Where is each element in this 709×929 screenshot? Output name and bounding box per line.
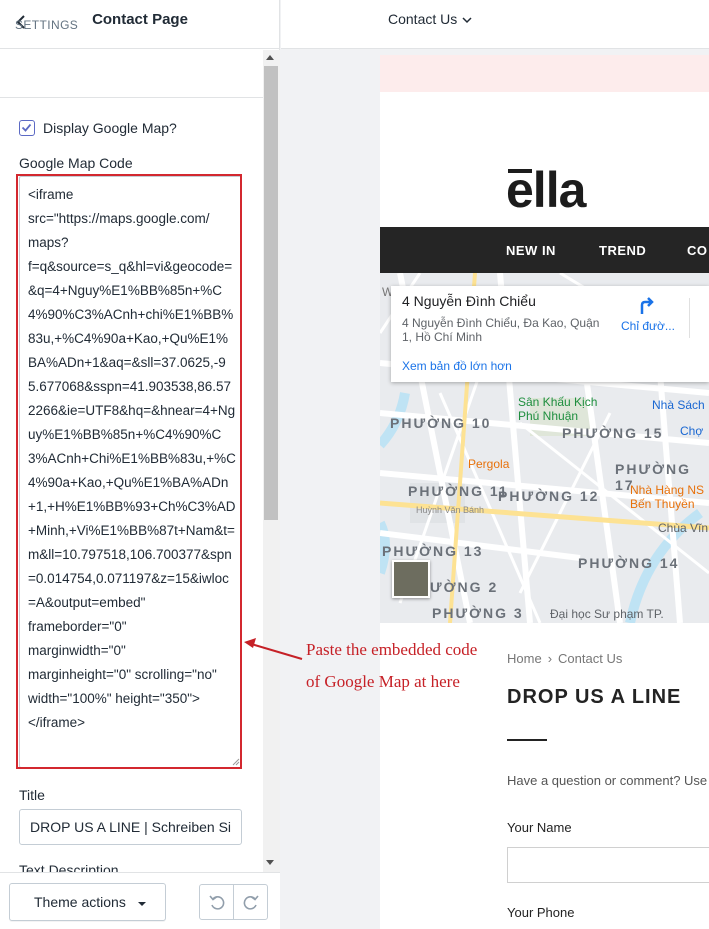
caret-down-icon [138, 902, 146, 906]
display-map-label[interactable]: Display Google Map? [43, 120, 177, 136]
google-map[interactable]: Wi PHƯỜNG 10 PHƯỜNG 15 PHƯỜNG 17 PHƯỜNG … [380, 273, 709, 623]
chevron-down-icon [462, 17, 472, 24]
scrollbar-thumb[interactable] [264, 66, 278, 520]
satellite-toggle[interactable] [392, 560, 430, 598]
scroll-up-arrow[interactable] [266, 55, 274, 60]
page-heading: DROP US A LINE [507, 686, 682, 708]
map-poi-label: Sân Khấu Kịch [518, 395, 598, 409]
directions-icon[interactable] [636, 294, 658, 316]
annotation-text-line2: of Google Map at here [306, 672, 460, 691]
theme-actions-label: Theme actions [34, 894, 126, 910]
resize-handle-icon[interactable] [232, 758, 240, 766]
map-poi-label: Phú Nhuận [518, 409, 579, 423]
map-poi-label: Nhà Hàng NS [630, 483, 705, 497]
map-area-label: PHƯỜNG 13 [382, 543, 484, 559]
map-place-card: 4 Nguyễn Đình Chiểu 4 Nguyễn Đình Chiểu,… [391, 286, 709, 382]
intro-text: Have a question or comment? Use [507, 773, 708, 788]
breadcrumb-separator: › [547, 651, 553, 666]
map-area-label: PHƯỜNG 14 [578, 555, 680, 571]
map-poi-label: Bến Thuyền [630, 497, 695, 511]
nav-item-co[interactable]: CO [687, 243, 708, 258]
card-divider [689, 298, 690, 338]
redo-icon [243, 895, 259, 910]
logo-macron [508, 169, 532, 173]
theme-editor: Contact Page SETTINGS Display Google Map… [0, 0, 709, 929]
place-name: 4 Nguyễn Đình Chiểu [402, 293, 536, 309]
display-map-checkbox[interactable] [19, 120, 35, 136]
preview-topbar [281, 0, 709, 49]
map-poi-label: Nhà Sách [652, 398, 705, 412]
annotation-highlight-box [16, 174, 242, 769]
nav-item-trend[interactable]: TREND [599, 243, 646, 258]
store-preview: ella NEW IN TREND CO Wi PHƯỜNG 10 PHƯỜNG… [380, 55, 709, 929]
map-poi-label: Pergola [468, 457, 510, 471]
breadcrumb-home[interactable]: Home [507, 651, 542, 666]
redo-button[interactable] [233, 884, 268, 920]
annotation-text-line1: Paste the embedded code [306, 640, 478, 659]
map-area-label: PHƯỜNG 3 [432, 605, 524, 621]
map-street-label: Huỳnh Văn Bánh [416, 505, 485, 515]
settings-section-header [0, 50, 263, 98]
map-poi-label: Đại học Sư phạm TP. [550, 607, 664, 621]
name-input[interactable] [507, 847, 709, 883]
breadcrumb: Home › Contact Us [507, 651, 622, 666]
title-label: Title [19, 787, 45, 803]
map-poi-label: Chùa Vĩn [658, 521, 709, 535]
annotation-arrow-icon [244, 638, 303, 660]
scroll-down-arrow[interactable] [266, 860, 274, 865]
map-area-label: ƯỜNG 2 [430, 579, 499, 595]
place-address: 4 Nguyễn Đình Chiểu, Đa Kao, Quận 1, Hồ … [402, 316, 600, 344]
undo-button[interactable] [199, 884, 234, 920]
map-area-label: PHƯỜNG 11 [408, 483, 509, 499]
page-selector[interactable]: Contact Us [388, 11, 472, 31]
settings-section-label: SETTINGS [15, 18, 79, 32]
map-area-label: PHƯỜNG 15 [562, 425, 664, 441]
phone-label: Your Phone [507, 905, 575, 920]
directions-link[interactable]: Chỉ đườ... [621, 319, 675, 333]
undo-icon [209, 895, 225, 910]
breadcrumb-current: Contact Us [558, 651, 623, 666]
announcement-bar [380, 55, 709, 92]
map-poi-label: Chợ [680, 424, 704, 438]
heading-underline [507, 739, 547, 741]
map-area-label: PHƯỜNG 10 [390, 415, 492, 431]
page-selector-label: Contact Us [388, 11, 458, 27]
map-area-label: PHƯỜNG 12 [498, 488, 600, 504]
main-nav: NEW IN TREND CO [380, 227, 709, 273]
theme-actions-button[interactable]: Theme actions [9, 883, 166, 921]
title-input[interactable] [19, 809, 242, 845]
map-code-label: Google Map Code [19, 155, 133, 171]
nav-item-new-in[interactable]: NEW IN [506, 243, 556, 258]
checkmark-icon [21, 123, 32, 132]
larger-map-link[interactable]: Xem bản đồ lớn hơn [402, 359, 512, 373]
name-label: Your Name [507, 820, 572, 835]
